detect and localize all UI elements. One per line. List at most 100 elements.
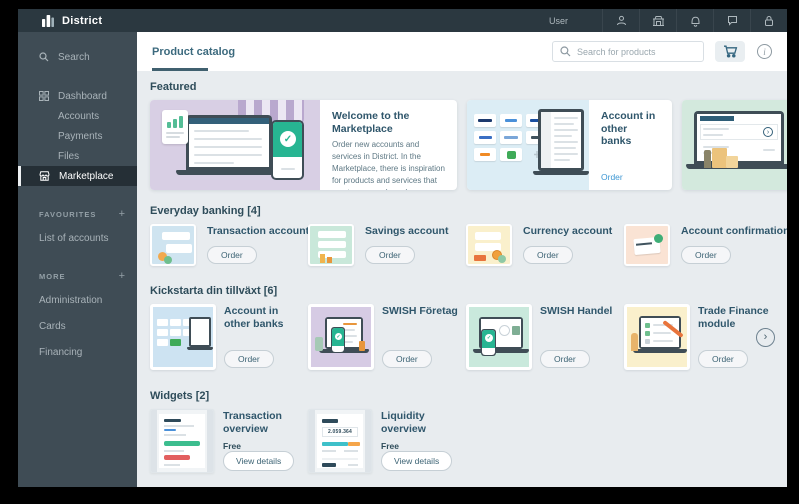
featured-card-partial[interactable]: › [682,100,787,190]
main-panel: Product catalog i Featured [137,32,787,487]
marketplace-icon [39,171,50,181]
featured-card-other-banks[interactable]: Account in other banks Order [467,100,672,190]
widget-title: Transaction overview [223,410,282,436]
tab-product-catalog[interactable]: Product catalog [152,32,235,71]
carousel-next-button[interactable]: › [756,328,775,347]
product-savings-account[interactable]: Savings account Order [308,224,466,266]
sidebar-item-label: Accounts [58,110,100,122]
everyday-banking-row: Transaction account Order Savings accoun… [150,224,787,266]
sidebar-item-cards[interactable]: Cards [18,316,137,336]
product-search-input[interactable] [577,46,687,57]
catalog-content: Featured ✓ Welcome to the Marketplace Or… [137,71,787,487]
sidebar-search-label: Search [58,51,90,63]
product-swish-foretag[interactable]: ✓ SWISH Företag Order [308,304,466,370]
order-button[interactable]: Order [698,350,748,368]
brand-name: District [62,14,103,27]
order-button[interactable]: Order [523,246,573,264]
view-details-button[interactable]: View details [381,451,453,472]
order-button[interactable]: Order [207,246,257,264]
confirmation-letter-thumbnail [624,224,670,266]
user-label[interactable]: User [549,16,568,26]
sidebar-item-list-of-accounts[interactable]: List of accounts [18,228,137,248]
product-account-confirmation-letter[interactable]: Account confirmation letter Order [624,224,787,266]
sidebar-item-label: Dashboard [58,90,107,102]
product-title: SWISH Företag [382,305,458,317]
widgets-row: Transaction overview Free View details 2… [150,409,787,473]
featured-heading: Featured [150,81,197,93]
search-icon [560,46,571,57]
featured-carousel: ✓ Welcome to the Marketplace Order new a… [150,100,787,190]
widget-preview-value: 2.059.364 [322,427,358,437]
brand: District [18,14,103,27]
sidebar-item-label: Marketplace [59,170,114,182]
product-title: Transaction account [207,225,310,237]
product-account-in-other-banks[interactable]: Account in other banks Order [150,304,308,370]
widget-title: Liquidity overview [381,410,426,436]
widget-price: Free [381,441,399,452]
kickstart-heading: Kickstarta din tillväxt [6] [150,285,278,297]
widgets-heading: Widgets [2] [150,390,210,402]
transaction-overview-thumbnail [150,409,214,473]
bank-icon[interactable] [639,9,676,32]
order-button[interactable]: Order [540,350,590,368]
view-details-button[interactable]: View details [223,451,295,472]
product-transaction-account[interactable]: Transaction account Order [150,224,310,266]
product-swish-handel[interactable]: ✓ SWISH Handel Order [466,304,624,370]
sidebar-item-dashboard[interactable]: Dashboard [18,86,137,106]
order-button[interactable]: Order [365,246,415,264]
chat-icon[interactable] [713,9,750,32]
chart-document-icon [162,110,188,144]
bank-logo-chips [474,114,548,161]
bank-logos-illustration [467,100,589,190]
dashboard-icon [39,91,49,101]
sidebar: Search Dashboard Accounts Payments Files… [18,32,137,487]
user-icon[interactable] [602,9,639,32]
featured-card-welcome[interactable]: ✓ Welcome to the Marketplace Order new a… [150,100,457,190]
order-button[interactable]: Order [382,350,432,368]
sidebar-section-more: MORE + [18,268,137,284]
laptop-boxes-illustration: › [682,100,787,190]
featured-title: Account in other banks [601,110,656,148]
main-header: Product catalog i [137,32,787,71]
sidebar-item-label: Payments [58,130,103,142]
sidebar-item-accounts[interactable]: Accounts [18,106,137,126]
swish-handel-thumbnail: ✓ [466,304,532,370]
product-title: SWISH Handel [540,305,613,317]
savings-account-thumbnail [308,224,354,266]
sidebar-item-payments[interactable]: Payments [18,126,137,146]
sidebar-search[interactable]: Search [18,48,137,66]
add-favourite-button[interactable]: + [119,208,125,220]
sidebar-item-label: Administration [39,294,103,306]
product-currency-account[interactable]: Currency account Order [466,224,624,266]
cart-icon [723,45,737,58]
sidebar-item-label: Financing [39,346,83,358]
cart-button[interactable] [715,41,745,62]
sidebar-item-label: Files [58,150,80,162]
product-search [552,41,704,62]
order-link[interactable]: Order [601,172,660,182]
order-button[interactable]: Order [224,350,274,368]
transaction-account-thumbnail [150,224,196,266]
add-more-button[interactable]: + [119,270,125,282]
marketplace-illustration: ✓ [150,100,320,190]
bell-icon[interactable] [676,9,713,32]
kickstart-row: Account in other banks Order ✓ SWISH För… [150,304,787,370]
trade-finance-thumbnail [624,304,690,370]
widget-transaction-overview[interactable]: Transaction overview Free View details [150,409,308,473]
widget-liquidity-overview[interactable]: 2.059.364 Liquidity overview Free View d… [308,409,466,473]
topbar: District User [18,9,787,32]
liquidity-overview-thumbnail: 2.059.364 [308,409,372,473]
sidebar-item-label: Cards [39,320,66,332]
app-window: District User Search Dashboard Accounts … [18,9,787,487]
product-title: Currency account [523,225,613,237]
lock-icon[interactable] [750,9,787,32]
sidebar-item-financing[interactable]: Financing [18,342,137,362]
sidebar-item-marketplace[interactable]: Marketplace [18,166,137,186]
section-label: FAVOURITES [39,209,97,219]
featured-body: Order new accounts and services in Distr… [332,140,445,190]
sidebar-item-files[interactable]: Files [18,146,137,166]
info-icon[interactable]: i [757,44,772,59]
swish-foretag-thumbnail: ✓ [308,304,374,370]
sidebar-item-administration[interactable]: Administration [18,290,137,310]
order-button[interactable]: Order [681,246,731,264]
